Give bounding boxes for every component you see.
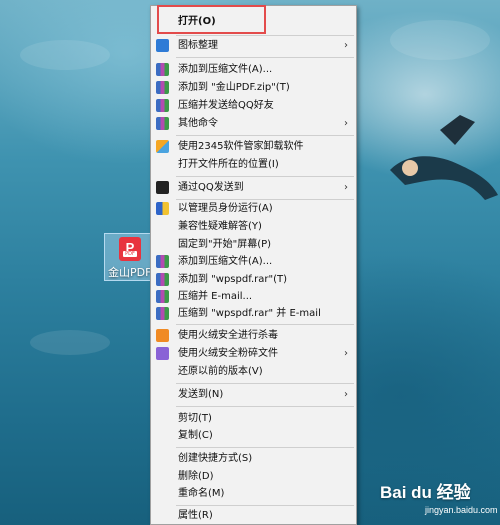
menu-item-send-to[interactable]: 发送到(N) › [151,385,356,404]
menu-item-send-via-qq[interactable]: 通过QQ发送到 › [151,178,356,197]
water-caustic [30,330,110,355]
shredder-icon [156,347,169,360]
submenu-arrow-icon: › [344,389,348,400]
menu-item-label: 兼容性疑难解答(Y) [178,221,262,232]
menu-item-label: 添加到 "金山PDF.zip"(T) [178,82,290,93]
menu-item-label: 重命名(M) [178,488,225,499]
shield-icon [156,202,169,215]
menu-item-label: 以管理员身份运行(A) [178,203,273,214]
menu-item-label: 创建快捷方式(S) [178,453,253,464]
menu-item-label: 图标整理 [178,40,218,51]
menu-item-label: 还原以前的版本(V) [178,366,263,377]
diver-wallpaper-figure [390,115,498,200]
menu-item-create-shortcut[interactable]: 创建快捷方式(S) [151,449,356,468]
submenu-arrow-icon: › [344,348,348,359]
menu-item-label: 使用火绒安全进行杀毒 [178,330,278,341]
winrar-icon [156,255,169,268]
menu-item-label: 添加到压缩文件(A)... [178,256,273,267]
winrar-icon [156,307,169,320]
menu-item-label: 打开文件所在的位置(I) [178,159,279,170]
2345-icon [156,140,169,153]
menu-item-label: 添加到压缩文件(A)... [178,64,273,75]
menu-item-add-to-archive[interactable]: 添加到压缩文件(A)... [151,60,356,79]
menu-separator [176,447,354,448]
water-caustic [20,40,110,70]
menu-item-label: 属性(R) [178,510,213,521]
menu-item-label: 使用火绒安全粉碎文件 [178,348,278,359]
submenu-arrow-icon: › [344,118,348,129]
submenu-arrow-icon: › [344,40,348,51]
menu-item-run-as-admin[interactable]: 以管理员身份运行(A) [151,199,356,218]
menu-item-huorong-shred[interactable]: 使用火绒安全粉碎文件 › [151,344,356,363]
submenu-arrow-icon: › [344,182,348,193]
menu-item-label: 使用2345软件管家卸载软件 [178,141,304,152]
menu-item-label: 通过QQ发送到 [178,182,244,193]
menu-item-copy[interactable]: 复制(C) [151,426,356,445]
baidu-watermark: Bai du 经验 [380,483,471,502]
menu-separator [176,406,354,407]
desktop-icon-label: 金山PDF [108,266,152,279]
menu-item-other-commands[interactable]: 其他命令 › [151,114,356,133]
menu-item-label: 发送到(N) [178,389,224,400]
winrar-icon [156,99,169,112]
menu-item-rename[interactable]: 重命名(M) [151,484,356,503]
water-caustic [390,20,490,60]
context-menu: 打开(O) 图标整理 › 添加到压缩文件(A)... 添加到 "金山PDF.zi… [150,5,357,525]
huorong-icon [156,329,169,342]
menu-separator [176,57,354,58]
winrar-icon [156,81,169,94]
menu-separator [176,135,354,136]
menu-separator [176,324,354,325]
menu-item-label: 压缩并发送给QQ好友 [178,100,274,111]
menu-item-compress-send-qq[interactable]: 压缩并发送给QQ好友 [151,96,356,115]
winrar-icon [156,117,169,130]
menu-item-huorong-scan[interactable]: 使用火绒安全进行杀毒 [151,326,356,345]
baidu-watermark-url: jingyan.baidu.com [425,505,498,515]
menu-item-icon-arrange[interactable]: 图标整理 › [151,36,356,55]
menu-item-properties[interactable]: 属性(R) [151,506,356,525]
menu-separator [176,383,354,384]
menu-item-label: 复制(C) [178,430,213,441]
desktop-icon-jinshan-pdf[interactable]: P PDF 金山PDF [104,233,154,281]
winrar-icon [156,273,169,286]
open-highlight-box [157,5,266,34]
menu-item-label: 其他命令 [178,118,218,129]
menu-item-restore-previous[interactable]: 还原以前的版本(V) [151,362,356,381]
menu-item-add-to-zip[interactable]: 添加到 "金山PDF.zip"(T) [151,78,356,97]
monitor-icon [156,39,169,52]
menu-item-uninstall-2345[interactable]: 使用2345软件管家卸载软件 [151,137,356,156]
pdf-app-icon: P [119,237,141,261]
menu-separator [176,176,354,177]
winrar-icon [156,63,169,76]
menu-item-compress-rar-email[interactable]: 压缩到 "wpspdf.rar" 并 E-mail [151,304,356,323]
menu-item-label: 压缩到 "wpspdf.rar" 并 E-mail [178,308,321,319]
menu-item-open-file-location[interactable]: 打开文件所在的位置(I) [151,155,356,174]
winrar-icon [156,290,169,303]
menu-item-add-to-archive-2[interactable]: 添加到压缩文件(A)... [151,252,356,271]
qq-icon [156,181,169,194]
menu-item-compatibility-troubleshoot[interactable]: 兼容性疑难解答(Y) [151,217,356,236]
pdf-tag: PDF [123,251,137,257]
